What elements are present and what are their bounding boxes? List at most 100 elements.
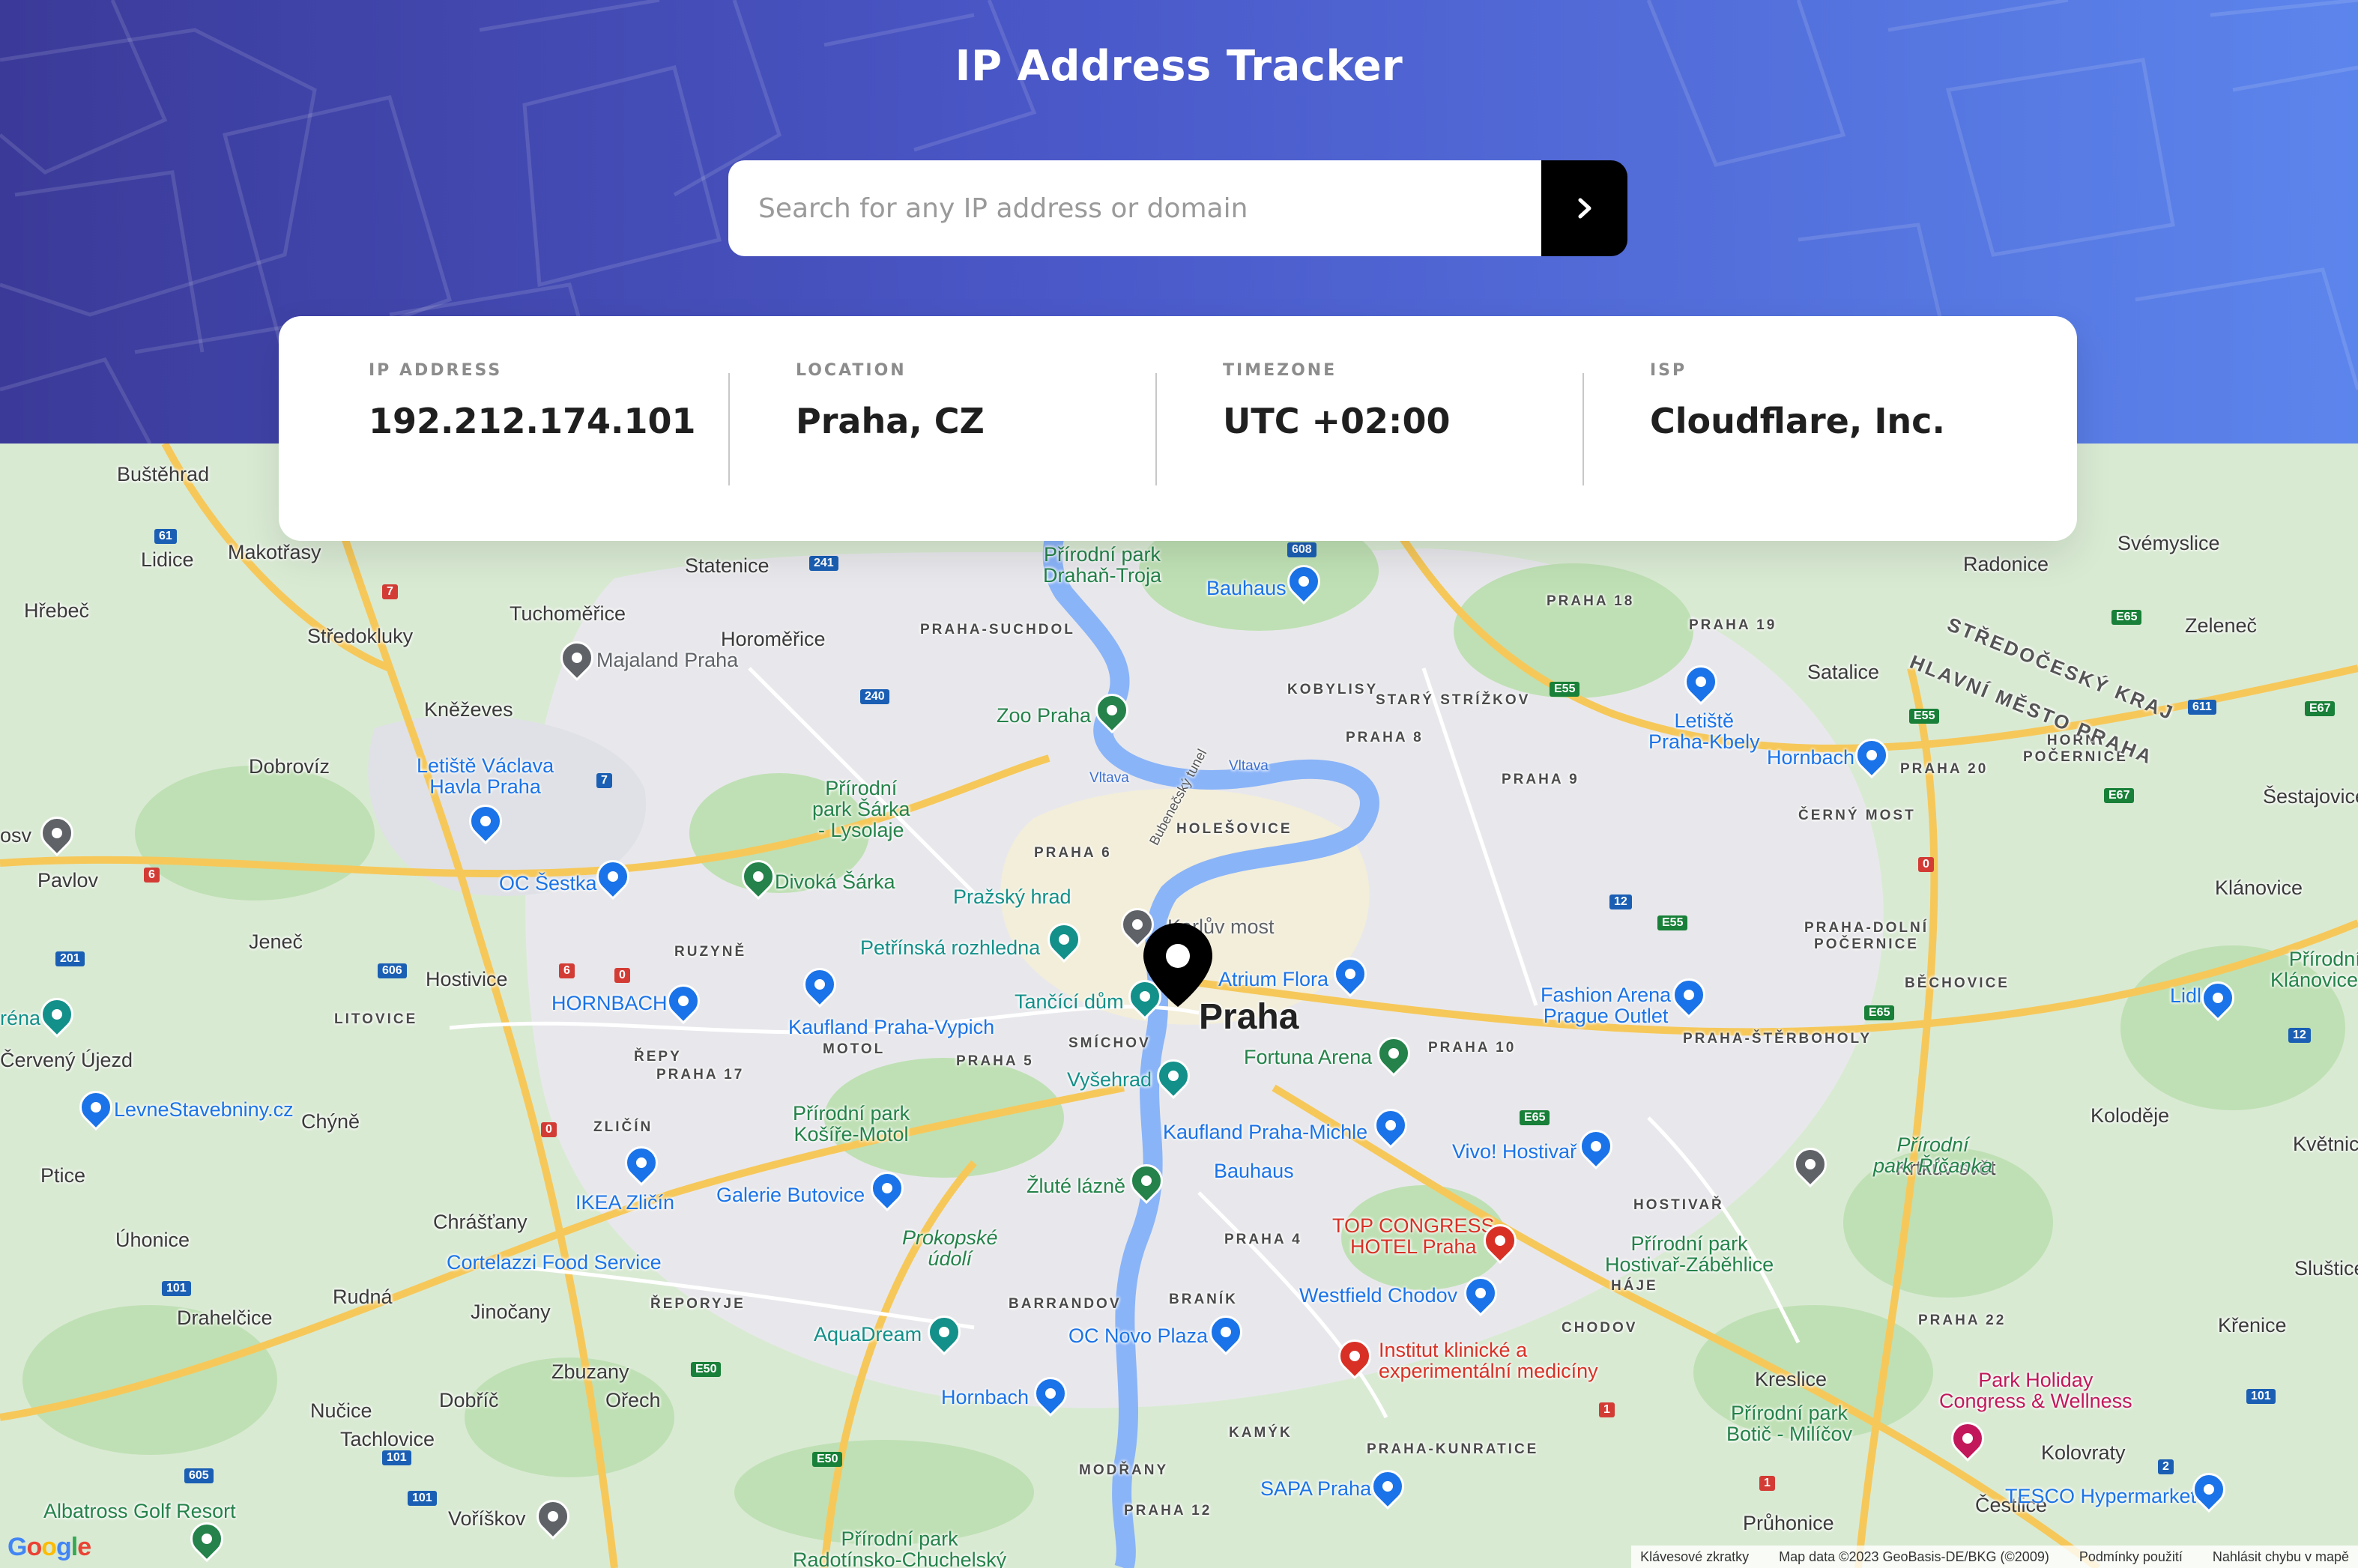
poi-label[interactable]: OC Šestka [499, 872, 597, 895]
poi-label[interactable]: Prokopské údolí [902, 1227, 998, 1269]
road-shield: 0 [1918, 857, 1934, 872]
search-submit-button[interactable] [1541, 160, 1627, 256]
stat-divider [728, 373, 730, 485]
poi-label[interactable]: Přírodní park Botič - Milíčov [1726, 1402, 1852, 1444]
poi-label[interactable]: TOP CONGRESS HOTEL Praha [1332, 1215, 1495, 1257]
map-label: Sluštice [2294, 1257, 2358, 1280]
poi-label[interactable]: Kaufland Praha-Michle [1163, 1121, 1367, 1144]
map-view[interactable]: Buštěhrad Lidice Makotřasy Hřebeč Středo… [0, 444, 2358, 1568]
map-label: Statenice [685, 554, 770, 577]
poi-label[interactable]: Galerie Butovice [716, 1184, 865, 1207]
district-label: MOTOL [823, 1041, 886, 1057]
map-label: Ořech [605, 1389, 661, 1411]
map-label: Svémyslice [2117, 532, 2220, 554]
poi-label[interactable]: Majaland Praha [596, 649, 738, 672]
district-label: LITOVICE [334, 1011, 418, 1027]
poi-label[interactable]: Westfield Chodov [1299, 1284, 1457, 1307]
road-shield: 201 [55, 951, 85, 966]
district-label: BRANÍK [1169, 1292, 1238, 1307]
stat-divider [1155, 373, 1157, 485]
poi-label[interactable]: Přírodní park Šárka - Lysolaje [812, 778, 910, 841]
poi-label[interactable]: TESCO Hypermarket [2005, 1485, 2196, 1508]
road-shield: E55 [1909, 709, 1940, 724]
map-label: Tachlovice [340, 1428, 435, 1450]
road-shield: 1 [1759, 1476, 1775, 1491]
district-label: PRAHA 6 [1034, 845, 1112, 861]
keyboard-shortcuts-link[interactable]: Klávesové zkratky [1640, 1549, 1749, 1565]
poi-label[interactable]: Letiště Praha-Kbely [1648, 710, 1760, 752]
road-shield: 61 [154, 529, 177, 544]
map-label: osv [0, 824, 32, 847]
poi-label[interactable]: Pražský hrad [953, 886, 1071, 909]
poi-label[interactable]: Vyšehrad [1067, 1068, 1152, 1092]
district-label: CHODOV [1562, 1320, 1638, 1336]
map-label: Červený Újezd [0, 1049, 133, 1071]
search-input[interactable] [728, 160, 1541, 256]
poi-label[interactable]: Petřínská rozhledna [860, 936, 1040, 960]
poi-label[interactable]: Vivo! Hostivař [1452, 1140, 1576, 1163]
district-label: BARRANDOV [1009, 1296, 1122, 1312]
road-shield: 611 [2188, 700, 2216, 715]
district-label: HÁJE [1611, 1278, 1658, 1294]
poi-label[interactable]: Přírodní Klánovice-Č [2270, 948, 2358, 990]
map-label: Satalice [1807, 661, 1880, 683]
poi-label[interactable]: Přírodní park Drahaň-Troja [1043, 544, 1161, 586]
road-shield: 0 [541, 1122, 557, 1137]
poi-label[interactable]: Lidl [2170, 984, 2201, 1008]
map-label: Chrášťany [433, 1211, 527, 1233]
poi-label[interactable]: Přírodní park Hostivař-Záběhlice [1605, 1233, 1774, 1275]
map-label: Drahelčice [177, 1307, 273, 1329]
poi-label[interactable]: Institut klinické a experimentální medic… [1379, 1340, 1598, 1381]
road-shield: 6 [559, 963, 575, 978]
location-label: LOCATION [796, 361, 907, 380]
poi-label[interactable]: AquaDream [814, 1323, 922, 1346]
district-label: STARÝ STRÍŽKOV [1376, 692, 1531, 708]
stat-divider [1582, 373, 1584, 485]
map-label: Křenice [2218, 1314, 2287, 1337]
map-label: Šestajovice [2263, 785, 2358, 808]
poi-label[interactable]: Cortelazzi Food Service [447, 1251, 662, 1274]
poi-label[interactable]: Hornbach [1767, 746, 1854, 769]
map-label: Tuchoměřice [510, 602, 626, 625]
map-label: Zeleneč [2185, 614, 2258, 637]
map-label: Radonice [1963, 553, 2049, 575]
poi-label[interactable]: HORNBACH [551, 992, 668, 1015]
map-label: Průhonice [1743, 1512, 1834, 1534]
report-error-link[interactable]: Nahlásit chybu v mapě [2213, 1549, 2349, 1565]
poi-label[interactable]: Zoo Praha [997, 704, 1091, 727]
district-label: KOBYLISY [1287, 682, 1379, 697]
poi-label[interactable]: Bauhaus [1214, 1160, 1294, 1183]
poi-label[interactable]: Atrium Flora [1218, 968, 1328, 991]
district-label: ŘEPORYJE [650, 1296, 746, 1312]
poi-label[interactable]: Divoká Šárka [775, 871, 895, 894]
poi-label[interactable]: Tančící dům [1015, 990, 1124, 1014]
poi-label[interactable]: Žluté lázně [1027, 1175, 1125, 1198]
district-label: PRAHA 4 [1224, 1232, 1302, 1247]
info-card: IP ADDRESS 192.212.174.101 LOCATION Prah… [279, 316, 2077, 541]
map-label: Středokluky [307, 625, 414, 647]
poi-label[interactable]: Přírodní park Radotínsko-Chuchelský [793, 1528, 1006, 1568]
poi-label[interactable]: Fortuna Arena [1244, 1046, 1372, 1069]
poi-label[interactable]: Bauhaus [1206, 577, 1287, 600]
map-data-text: Map data ©2023 GeoBasis-DE/BKG (©2009) [1779, 1549, 2049, 1564]
terms-link[interactable]: Podmínky použití [2079, 1549, 2183, 1565]
map-label: Kolovraty [2041, 1441, 2126, 1464]
poi-label[interactable]: IKEA Zličín [575, 1191, 674, 1214]
isp-stat: ISP Cloudflare, Inc. [1650, 361, 2040, 441]
map-label: Rudná [333, 1286, 393, 1308]
poi-label[interactable]: Albatross Golf Resort [43, 1500, 236, 1523]
poi-label[interactable]: Hornbach [941, 1386, 1029, 1409]
poi-label[interactable]: Park Holiday Congress & Wellness [1939, 1369, 2132, 1411]
poi-label[interactable]: LevneStavebniny.cz [114, 1098, 294, 1121]
poi-label[interactable]: Letiště Václava Havla Praha [417, 755, 554, 797]
poi-label[interactable]: Přírodní park Říčanka [1873, 1134, 1992, 1176]
poi-label[interactable]: Přírodní park Košíře-Motol [793, 1103, 910, 1145]
poi-label[interactable]: Kaufland Praha-Vypich [788, 1016, 994, 1039]
poi-label[interactable]: Fashion Arena Prague Outlet [1541, 984, 1671, 1026]
poi-label[interactable]: SAPA Praha [1260, 1477, 1371, 1501]
map-label: Lidice [141, 548, 194, 571]
road-shield: E67 [2104, 788, 2135, 803]
poi-label[interactable]: OC Novo Plaza [1068, 1325, 1208, 1348]
map-label: Úhonice [115, 1229, 190, 1251]
road-shield: 12 [2288, 1028, 2311, 1043]
